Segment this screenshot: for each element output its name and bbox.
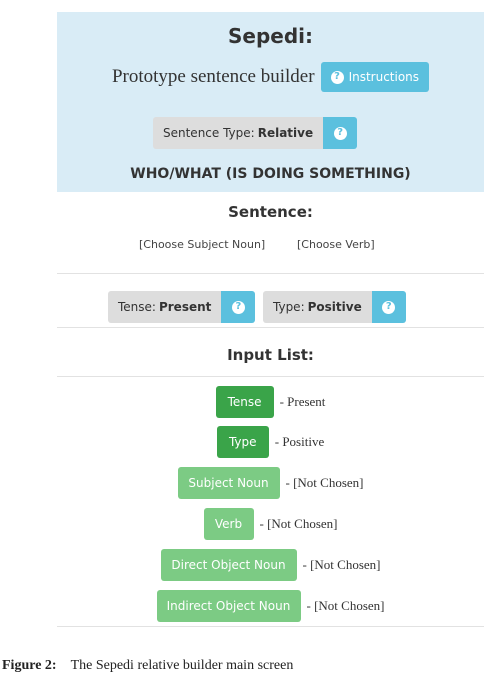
indirect-object-noun-input-value: - [Not Chosen]: [306, 598, 385, 613]
type-button[interactable]: Type: Positive: [263, 291, 372, 323]
divider: [57, 327, 484, 328]
type-input-button[interactable]: Type: [216, 426, 269, 458]
figure-caption: Figure 2: The Sepedi relative builder mai…: [2, 658, 293, 674]
divider: [57, 626, 484, 627]
tense-group: Tense: Present ?: [108, 291, 256, 323]
instructions-label: Instructions: [348, 70, 420, 84]
sentence-type-value: Relative: [257, 126, 314, 140]
tense-help-button[interactable]: ?: [221, 291, 256, 323]
tense-value: Present: [158, 300, 212, 314]
sentence-heading: Sentence:: [228, 203, 313, 221]
sentence-type-label: Sentence Type:: [163, 126, 255, 140]
subject-noun-input-button[interactable]: Subject Noun: [177, 467, 280, 499]
divider: [57, 376, 484, 377]
subject-noun-slot[interactable]: [Choose Subject Noun]: [139, 238, 265, 251]
type-label: Type:: [273, 300, 305, 314]
subject-noun-input-value: - [Not Chosen]: [285, 475, 364, 490]
verb-input-value: - [Not Chosen]: [259, 516, 338, 531]
question-circle-icon: ?: [333, 126, 347, 140]
figure-number: Figure 2:: [2, 658, 57, 673]
list-item: Subject Noun - [Not Chosen]: [57, 467, 484, 499]
type-help-button[interactable]: ?: [371, 291, 406, 323]
list-item: Type - Positive: [57, 426, 484, 458]
sentence-type-help-button[interactable]: ?: [323, 117, 358, 149]
header-panel: Sepedi: Prototype sentence builder ? Ins…: [57, 12, 484, 192]
list-item: Direct Object Noun - [Not Chosen]: [57, 549, 484, 581]
divider: [57, 273, 484, 274]
tense-input-button[interactable]: Tense: [215, 386, 274, 418]
direct-object-noun-input-value: - [Not Chosen]: [302, 557, 381, 572]
direct-object-noun-input-button[interactable]: Direct Object Noun: [160, 549, 297, 581]
sentence-type-group: Sentence Type: Relative ?: [153, 117, 358, 149]
app-subtitle: Prototype sentence builder: [111, 66, 315, 87]
sentence-type-button[interactable]: Sentence Type: Relative: [153, 117, 324, 149]
app-title: Sepedi:: [227, 24, 314, 48]
verb-slot[interactable]: [Choose Verb]: [297, 238, 375, 251]
instructions-button[interactable]: ? Instructions: [320, 62, 430, 92]
type-value: Positive: [307, 300, 362, 314]
list-item: Indirect Object Noun - [Not Chosen]: [57, 590, 484, 622]
tense-label: Tense:: [118, 300, 156, 314]
who-what-heading: WHO/WHAT (IS DOING SOMETHING): [130, 166, 411, 182]
verb-input-button[interactable]: Verb: [203, 508, 254, 540]
input-list-heading: Input List:: [227, 346, 314, 364]
tense-button[interactable]: Tense: Present: [108, 291, 222, 323]
list-item: Verb - [Not Chosen]: [57, 508, 484, 540]
type-input-value: - Positive: [274, 434, 325, 449]
type-group: Type: Positive ?: [263, 291, 406, 323]
subtitle-row: Prototype sentence builder ? Instruction…: [57, 62, 484, 92]
figure-caption-text: The Sepedi relative builder main screen: [70, 658, 294, 673]
list-item: Tense - Present: [57, 386, 484, 418]
question-circle-icon: ?: [382, 300, 396, 314]
indirect-object-noun-input-button[interactable]: Indirect Object Noun: [156, 590, 301, 622]
question-circle-icon: ?: [231, 300, 245, 314]
question-circle-icon: ?: [330, 70, 344, 84]
tense-input-value: - Present: [279, 394, 326, 409]
